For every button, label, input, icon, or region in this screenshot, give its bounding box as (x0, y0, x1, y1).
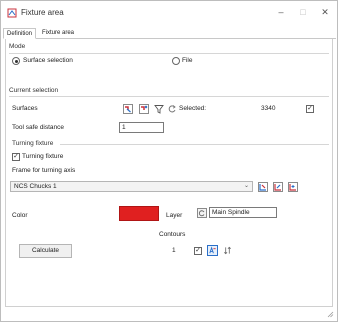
current-selection-group-label: Current selection (9, 87, 59, 94)
chevron-down-icon: ⌄ (243, 183, 249, 189)
frame-edit-icon[interactable] (272, 181, 283, 192)
file-label: File (182, 57, 193, 64)
selected-checkbox[interactable]: ✓ (306, 105, 314, 113)
fixture-app-icon (7, 8, 17, 18)
deselect-surface-icon[interactable] (138, 103, 149, 114)
contour-sort-icon[interactable] (222, 245, 233, 256)
file-radio[interactable] (172, 57, 180, 65)
resize-grip-icon[interactable] (326, 310, 334, 318)
contours-checkbox[interactable]: ✓ (194, 247, 202, 255)
turning-fixture-divider (60, 144, 329, 145)
frame-new-icon[interactable] (287, 181, 298, 192)
tool-safe-distance-label: Tool safe distance (12, 124, 65, 131)
surface-selection-label: Surface selection (23, 57, 73, 64)
color-label: Color (12, 212, 28, 219)
reset-icon[interactable] (166, 103, 177, 114)
turning-fixture-checkbox[interactable]: ✓ (12, 153, 20, 161)
layer-input[interactable]: Main Spindle (209, 207, 277, 218)
frame-select-value: NCS Chucks 1 (14, 183, 57, 190)
mode-group-label: Mode (9, 43, 26, 50)
selected-count: 3340 (261, 105, 276, 112)
maximize-button[interactable]: □ (291, 4, 315, 20)
tool-safe-distance-input[interactable]: 1 (119, 122, 164, 133)
tab-definition[interactable]: Definition (3, 28, 37, 39)
contour-show-icon[interactable] (207, 245, 218, 256)
definition-panel: Mode Surface selection File Current sele… (5, 39, 333, 307)
selected-label: Selected: (179, 105, 207, 112)
close-button[interactable]: ✕ (313, 4, 337, 20)
layer-label: Layer (166, 212, 183, 219)
title-bar: Fixture area – □ ✕ (1, 1, 337, 25)
color-swatch[interactable] (119, 206, 159, 221)
contours-count: 1 (172, 247, 176, 254)
surfaces-label: Surfaces (12, 105, 38, 112)
filter-icon[interactable] (153, 103, 164, 114)
tab-fixture-area[interactable]: Fixture area (39, 28, 77, 39)
turning-fixture-checkbox-label: Turning fixture (22, 153, 64, 160)
frame-pick-icon[interactable] (257, 181, 268, 192)
window-title: Fixture area (21, 8, 64, 17)
mode-divider (9, 53, 329, 54)
select-surface-icon[interactable] (122, 103, 133, 114)
contours-label: Contours (159, 231, 186, 238)
tab-bar: Definition Fixture area (3, 27, 336, 39)
layer-icon[interactable] (196, 207, 207, 218)
surface-selection-radio[interactable] (12, 57, 20, 65)
minimize-button[interactable]: – (269, 4, 293, 20)
current-selection-divider (9, 96, 329, 97)
frame-select[interactable]: NCS Chucks 1 ⌄ (10, 181, 253, 192)
frame-for-turning-axis-label: Frame for turning axis (12, 167, 76, 174)
turning-fixture-group-label: Turning fixture (12, 140, 54, 147)
fixture-area-window: Fixture area – □ ✕ Definition Fixture ar… (0, 0, 338, 322)
calculate-button[interactable]: Calculate (19, 244, 72, 258)
